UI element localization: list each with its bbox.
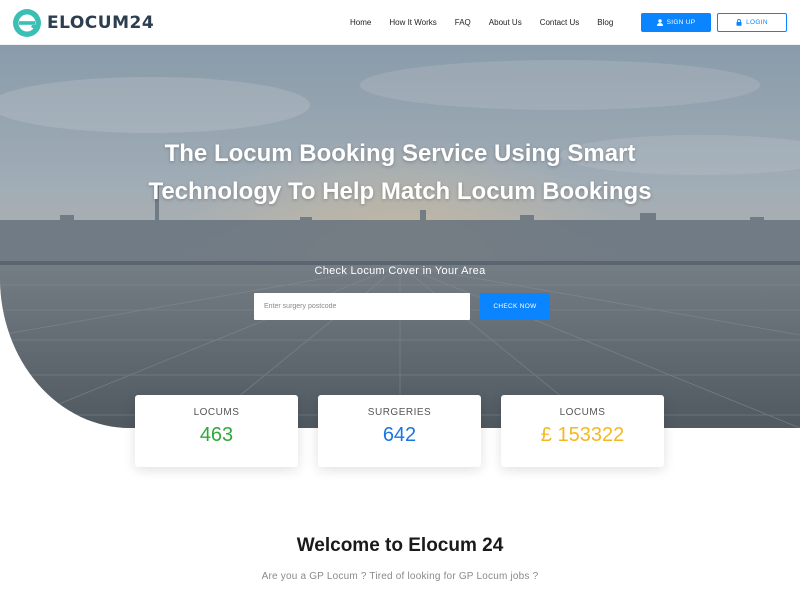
nav-how-it-works[interactable]: How It Works <box>389 18 436 27</box>
welcome-title: Welcome to Elocum 24 <box>296 535 504 556</box>
login-label: LOGIN <box>746 19 768 26</box>
nav-contact-us[interactable]: Contact Us <box>540 18 580 27</box>
site-header: ELOCUM24 Home How It Works FAQ About Us … <box>0 0 800 45</box>
lock-icon <box>736 19 742 26</box>
logo-text: ELOCUM24 <box>47 13 155 33</box>
signup-label: SIGN UP <box>666 19 696 26</box>
nav-about-us[interactable]: About Us <box>489 18 522 27</box>
stat-label: LOCUMS <box>559 407 606 418</box>
e-logo-icon <box>13 9 41 37</box>
login-button[interactable]: LOGIN <box>717 13 787 32</box>
main-nav: Home How It Works FAQ About Us Contact U… <box>350 0 631 45</box>
user-icon <box>656 19 663 26</box>
logo[interactable]: ELOCUM24 <box>12 8 154 38</box>
nav-home[interactable]: Home <box>350 18 371 27</box>
stat-value: 642 <box>382 424 417 446</box>
stat-label: LOCUMS <box>193 407 240 418</box>
hero-section: The Locum Booking Service Using Smart Te… <box>0 45 800 428</box>
welcome-subtitle: Are you a GP Locum ? Tired of looking fo… <box>261 571 539 582</box>
postcode-search-input[interactable] <box>254 293 470 320</box>
stat-value: £ 153322 <box>540 424 625 446</box>
stat-value: 463 <box>199 424 234 446</box>
nav-faq[interactable]: FAQ <box>455 18 471 27</box>
hero-title: The Locum Booking Service Using Smart Te… <box>148 140 652 205</box>
nav-blog[interactable]: Blog <box>597 18 613 27</box>
stat-card-locums-total: LOCUMS £ 153322 <box>501 395 664 467</box>
stat-label: SURGERIES <box>367 407 432 418</box>
check-now-button[interactable]: CHECK NOW <box>480 293 550 320</box>
hero-subtitle: Check Locum Cover in Your Area <box>314 265 486 277</box>
signup-button[interactable]: SIGN UP <box>641 13 711 32</box>
stat-card-surgeries: SURGERIES 642 <box>318 395 481 467</box>
stat-card-locums: LOCUMS 463 <box>135 395 298 467</box>
hero-background-image <box>0 45 800 428</box>
